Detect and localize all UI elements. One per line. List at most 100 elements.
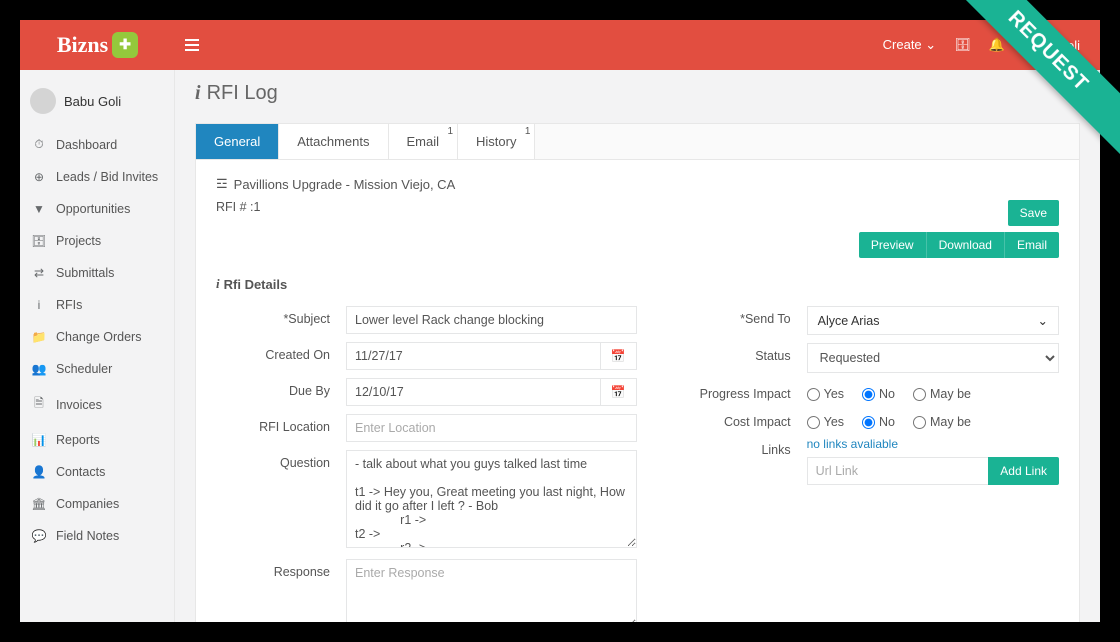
sidebar: Babu Goli ⏱ Dashboard ⊕ Leads / Bid Invites… [20,70,175,622]
sidebar-item-label: Companies [56,497,119,511]
cost-maybe[interactable]: May be [913,415,971,429]
links-label: Links [677,437,807,457]
created-label: Created On [216,342,346,362]
sidebar-item-label: Projects [56,234,101,248]
project-line: ☲ Pavillions Upgrade - Mission Viejo, CA [216,176,1059,192]
section-title: i Rfi Details [216,276,1059,292]
subject-label: *Subject [216,306,346,326]
tab-attachments[interactable]: Attachments [279,124,388,159]
subject-input[interactable] [346,306,637,334]
nav-icon: i [32,298,46,312]
question-textarea[interactable] [346,450,637,548]
download-button[interactable]: Download [927,232,1005,258]
status-label: Status [677,343,807,363]
logo-text: Bizns [57,32,108,58]
logo-icon: ✚ [112,32,138,58]
nav-icon: ▼ [32,202,46,216]
nav-icon: 👥 [32,362,46,376]
info-icon: i [216,276,220,292]
sidebar-user[interactable]: Babu Goli [20,82,174,128]
nav-icon: 💬 [32,529,46,543]
progress-label: Progress Impact [677,381,807,401]
sidebar-item-label: Dashboard [56,138,117,152]
sendto-select[interactable]: Alyce Arias ⌄ [807,306,1059,335]
progress-yes[interactable]: Yes [807,387,844,401]
response-label: Response [216,559,346,579]
sidebar-username: Babu Goli [64,94,121,109]
created-input[interactable] [346,342,601,370]
preview-button[interactable]: Preview [859,232,927,258]
cost-label: Cost Impact [677,409,807,429]
sidebar-item-invoices[interactable]: 🗎 Invoices [20,385,174,424]
add-link-button[interactable]: Add Link [988,457,1059,485]
sendto-label: *Send To [677,306,807,326]
due-label: Due By [216,378,346,398]
question-label: Question [216,450,346,470]
sidebar-item-opportunities[interactable]: ▼ Opportunities [20,193,174,225]
sidebar-item-change-orders[interactable]: 📁 Change Orders [20,321,174,353]
sidebar-item-label: Field Notes [56,529,119,543]
chevron-down-icon: ⌄ [925,37,936,52]
sidebar-item-label: Leads / Bid Invites [56,170,158,184]
sidebar-item-label: Invoices [56,398,102,412]
page-title: i RFI Log [195,82,1080,105]
sidebar-item-label: RFIs [56,298,82,312]
cost-no[interactable]: No [862,415,895,429]
chevron-down-icon: ⌄ [1038,313,1048,328]
status-select[interactable]: Requested [807,343,1059,373]
location-label: RFI Location [216,414,346,434]
progress-no[interactable]: No [862,387,895,401]
tabs: GeneralAttachmentsEmail1History1 [196,124,1079,160]
nav-icon: 👤 [32,465,46,479]
sidebar-item-label: Change Orders [56,330,141,344]
create-label: Create [883,37,922,52]
nav-icon: 📊 [32,433,46,447]
sidebar-item-submittals[interactable]: ⇄Submittals [20,257,174,289]
nav-icon: ⊕ [32,170,46,184]
sidebar-item-contacts[interactable]: 👤 Contacts [20,456,174,488]
sidebar-item-field-notes[interactable]: 💬 Field Notes [20,520,174,552]
sidebar-item-label: Reports [56,433,100,447]
tab-email[interactable]: Email1 [389,124,459,159]
topbar: Bizns ✚ Create ⌄ 🗄 🔔 Babu Goli [20,20,1100,70]
save-button[interactable]: Save [1008,200,1059,226]
list-icon: ☲ [216,176,228,192]
sidebar-item-label: Scheduler [56,362,112,376]
progress-maybe[interactable]: May be [913,387,971,401]
rfi-number: RFI # :1 [216,200,260,214]
calendar-icon[interactable]: 📅 [601,342,637,370]
sidebar-item-projects[interactable]: 🗄Projects [20,225,174,257]
sidebar-item-reports[interactable]: 📊 Reports [20,424,174,456]
sidebar-item-scheduler[interactable]: 👥 Scheduler [20,353,174,385]
nav-icon: ⇄ [32,266,46,280]
avatar [30,88,56,114]
tab-history[interactable]: History1 [458,124,535,159]
nav-icon: 📁 [32,330,46,344]
due-input[interactable] [346,378,601,406]
tab-badge: 1 [447,126,453,137]
logo: Bizns ✚ [20,20,175,70]
nav-icon: 🗎 [32,394,46,415]
tab-badge: 1 [525,126,531,137]
sidebar-item-label: Opportunities [56,202,130,216]
tab-general[interactable]: General [196,124,279,159]
panel: GeneralAttachmentsEmail1History1 ☲ Pavil… [195,123,1080,622]
sidebar-item-leads-bid-invites[interactable]: ⊕ Leads / Bid Invites [20,161,174,193]
briefcase-icon[interactable]: 🗄 [954,37,971,53]
create-button[interactable]: Create ⌄ [883,37,937,53]
calendar-icon[interactable]: 📅 [601,378,637,406]
response-textarea[interactable] [346,559,637,622]
url-input[interactable] [807,457,989,485]
bell-icon[interactable]: 🔔 [989,37,1005,53]
sidebar-item-rfis[interactable]: i RFIs [20,289,174,321]
hamburger-icon[interactable] [185,39,215,51]
nav-icon: 🏛 [32,497,46,511]
location-input[interactable] [346,414,637,442]
email-button[interactable]: Email [1005,232,1059,258]
nav-icon: ⏱ [32,137,46,152]
cost-yes[interactable]: Yes [807,415,844,429]
info-icon: i [195,82,201,105]
sidebar-item-companies[interactable]: 🏛 Companies [20,488,174,520]
sidebar-item-label: Contacts [56,465,105,479]
sidebar-item-dashboard[interactable]: ⏱ Dashboard [20,128,174,161]
